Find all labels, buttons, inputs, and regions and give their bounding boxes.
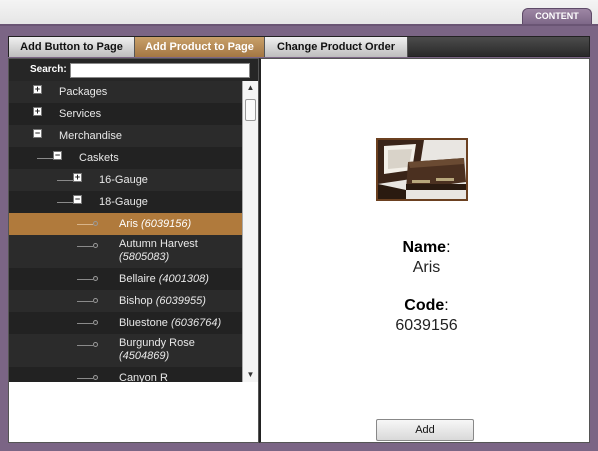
content-tab[interactable]: CONTENT <box>522 8 592 24</box>
expand-icon[interactable]: + <box>33 85 42 94</box>
search-label: Search: <box>30 64 67 75</box>
tree-item-label: Merchandise <box>59 130 122 142</box>
tree-line <box>77 345 93 346</box>
tree-item-label: Autumn Harvest (5805083) <box>119 238 198 263</box>
tree-item-label: Burgundy Rose (4504869) <box>119 337 195 362</box>
tree-line <box>77 246 93 247</box>
search-bar: Search: <box>9 59 258 81</box>
tree-item-label: Aris (6039156) <box>119 218 192 230</box>
tree-item-label: Bluestone (6036764) <box>119 317 222 329</box>
expand-icon[interactable]: + <box>33 107 42 116</box>
top-strip <box>0 0 598 24</box>
tab-change-product-order[interactable]: Change Product Order <box>265 37 408 57</box>
leaf-node-icon <box>93 342 98 347</box>
scroll-down-icon[interactable]: ▼ <box>243 368 258 382</box>
tree-item-product[interactable]: Bishop (6039955) <box>9 290 242 312</box>
tree-item-label: Bishop (6039955) <box>119 295 206 307</box>
collapse-icon[interactable]: − <box>33 129 42 138</box>
tree-item-product[interactable]: Bellaire (4001308) <box>9 268 242 290</box>
tab-add-button-to-page[interactable]: Add Button to Page <box>9 37 135 57</box>
tree-item-label: Packages <box>59 86 108 98</box>
tree-item-18-gauge[interactable]: − 18-Gauge <box>9 191 242 213</box>
product-detail-panel: Name: Aris Code: 6039156 Add <box>259 58 590 443</box>
tree-line <box>77 378 93 379</box>
tree-item-label: Canyon R <box>119 372 168 382</box>
tree-item-product[interactable]: Burgundy Rose (4504869) <box>9 334 242 367</box>
casket-image <box>378 140 466 199</box>
tree-item-product[interactable]: Aris (6039156) <box>9 213 242 235</box>
leaf-node-icon <box>93 276 98 281</box>
code-label: Code: <box>404 297 449 314</box>
tree-scrollbar[interactable]: ▲ ▼ <box>242 81 258 382</box>
tab-add-product-to-page[interactable]: Add Product to Page <box>135 37 265 57</box>
tab-bar: Add Button to Page Add Product to Page C… <box>8 36 590 57</box>
tree-line <box>77 279 93 280</box>
scroll-up-icon[interactable]: ▲ <box>243 81 258 95</box>
tree-item-16-gauge[interactable]: + 16-Gauge <box>9 169 242 191</box>
tree-item-product[interactable]: Bluestone (6036764) <box>9 312 242 334</box>
tree-item-merchandise[interactable]: − Merchandise <box>9 125 242 147</box>
leaf-node-icon <box>93 243 98 248</box>
tree-line <box>77 323 93 324</box>
tree-item-caskets[interactable]: − Caskets <box>9 147 242 169</box>
tree-item-product[interactable]: Canyon R <box>9 367 242 382</box>
tree-item-services[interactable]: + Services <box>9 103 242 125</box>
tree-item-label: 18-Gauge <box>99 196 148 208</box>
product-code-value: 6039156 <box>395 317 458 334</box>
collapse-icon[interactable]: − <box>73 195 82 204</box>
product-name-value: Aris <box>412 259 441 276</box>
tree-line <box>77 301 93 302</box>
tree-line <box>57 202 73 203</box>
expand-icon[interactable]: + <box>73 173 82 182</box>
leaf-node-icon <box>93 375 98 380</box>
tree-line <box>57 180 73 181</box>
leaf-node-icon <box>93 298 98 303</box>
name-label: Name: <box>402 239 451 256</box>
tree-item-label: Caskets <box>79 152 119 164</box>
collapse-icon[interactable]: − <box>53 151 62 160</box>
tree-item-label: 16-Gauge <box>99 174 148 186</box>
leaf-node-icon <box>93 320 98 325</box>
tree-item-packages[interactable]: + Packages <box>9 81 242 103</box>
tree-item-product[interactable]: Autumn Harvest (5805083) <box>9 235 242 268</box>
product-tree-panel: Search: + Packages + Services − Merchand… <box>8 58 259 443</box>
product-image <box>376 138 468 201</box>
leaf-node-icon <box>93 221 98 226</box>
search-input[interactable] <box>70 63 250 78</box>
scroll-thumb[interactable] <box>245 99 256 121</box>
category-tree: + Packages + Services − Merchandise − Ca… <box>9 81 242 382</box>
tree-line <box>77 224 93 225</box>
add-button[interactable]: Add <box>376 419 474 441</box>
tree-line <box>37 158 53 159</box>
tree-item-label: Bellaire (4001308) <box>119 273 209 285</box>
tree-item-label: Services <box>59 108 102 120</box>
